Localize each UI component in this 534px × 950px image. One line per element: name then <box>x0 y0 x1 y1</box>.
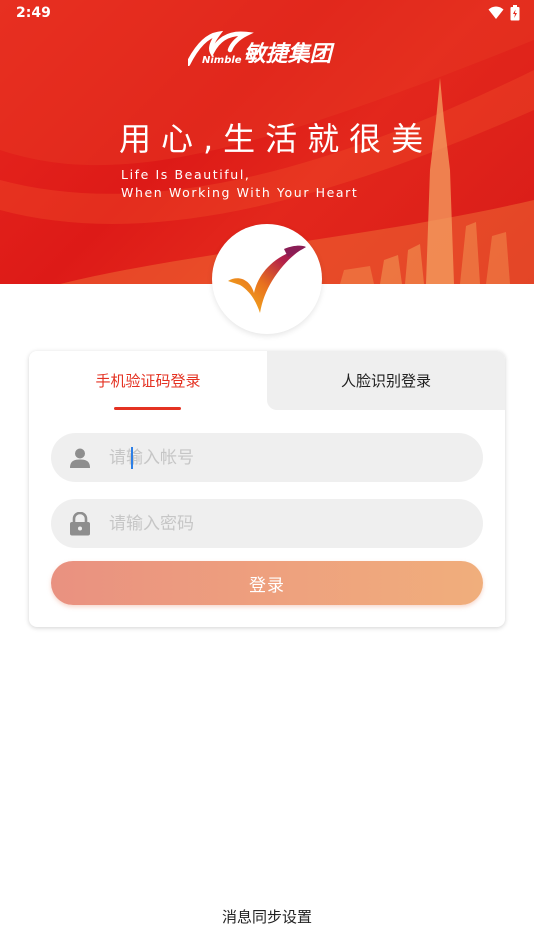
lock-icon <box>51 511 109 536</box>
tab-sms-code-label: 手机验证码登录 <box>95 372 201 390</box>
status-bar: 2:49 <box>0 0 534 26</box>
battery-icon <box>510 5 520 21</box>
user-icon <box>51 447 109 469</box>
login-card: 人脸识别登录 手机验证码登录 登录 <box>29 351 505 627</box>
tab-sms-code-login[interactable]: 手机验证码登录 <box>29 351 267 410</box>
password-field[interactable] <box>51 499 483 548</box>
hero-slogan-en-line1: Life Is Beautiful, <box>121 167 251 182</box>
hero-slogan-en-line2: When Working With Your Heart <box>121 185 359 200</box>
checkmark-brush-logo-icon <box>228 245 306 313</box>
app-logo <box>212 224 322 334</box>
brand-latin-name: Nimble <box>202 55 242 66</box>
brand-logo: Nimble 敏捷集团 <box>186 36 332 68</box>
account-field[interactable] <box>51 433 483 482</box>
message-sync-settings-link[interactable]: 消息同步设置 <box>0 906 534 927</box>
brand-cn-name: 敏捷集团 <box>243 42 332 67</box>
hero-slogan-en: Life Is Beautiful, When Working With You… <box>121 166 358 202</box>
account-input[interactable] <box>109 442 469 473</box>
login-button[interactable]: 登录 <box>51 561 483 605</box>
status-time: 2:49 <box>16 5 51 21</box>
password-input[interactable] <box>109 508 469 539</box>
active-tab-indicator <box>114 407 181 410</box>
text-cursor <box>131 447 133 469</box>
wifi-icon <box>488 6 504 19</box>
hero-slogan-cn: 用心,生活就很美 <box>119 120 434 158</box>
tab-face-recognition-label: 人脸识别登录 <box>340 372 431 390</box>
tab-face-recognition-login[interactable]: 人脸识别登录 <box>267 351 505 410</box>
